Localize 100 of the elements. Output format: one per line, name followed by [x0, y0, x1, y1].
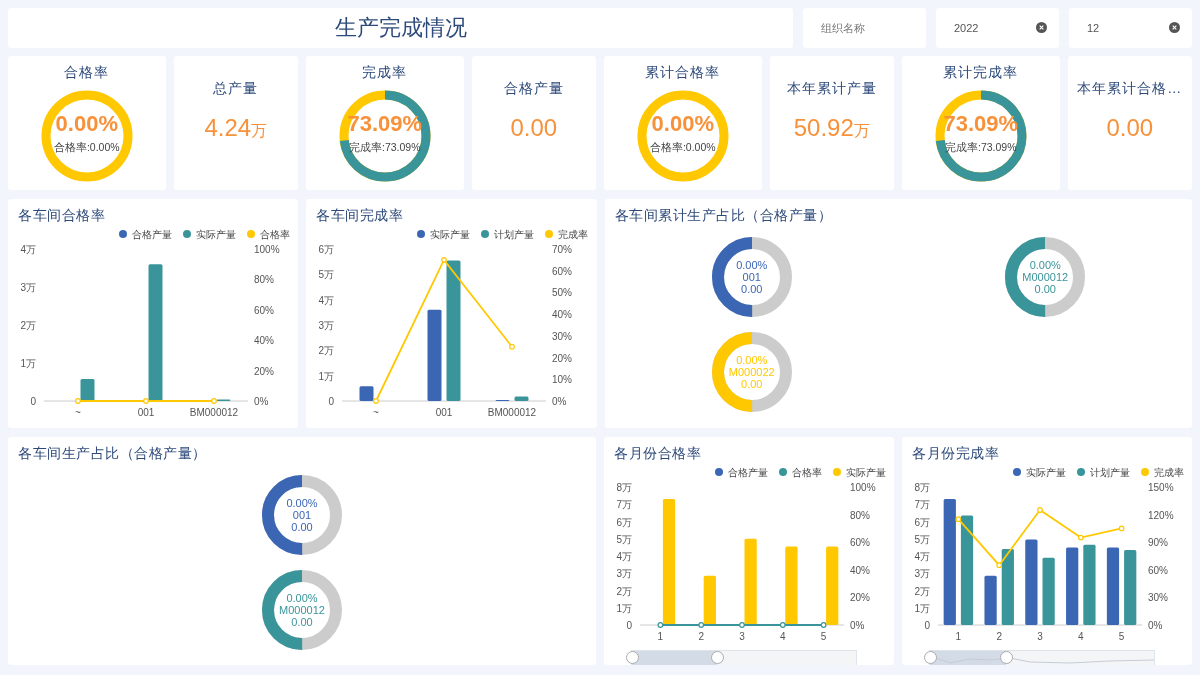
- kpi-value: 0.00: [1106, 114, 1154, 142]
- category-label: ~: [75, 407, 81, 418]
- tick-label: 0: [30, 396, 36, 407]
- gauge-caption: 合格率:0.00%: [53, 141, 120, 155]
- kpi-title: 累计合格率: [645, 64, 721, 82]
- donut-label: M000012: [1022, 270, 1069, 283]
- tick-label: 40%: [254, 335, 274, 347]
- tick-label: 3万: [616, 568, 632, 580]
- legend-label: 计划产量: [1090, 467, 1130, 478]
- panel-title: 各月份合格率: [614, 445, 701, 463]
- tick-label: 0%: [850, 620, 865, 631]
- kpi-title: 合格产量: [503, 80, 564, 98]
- category-label: 3: [1037, 631, 1043, 642]
- tick-label: 2万: [616, 585, 632, 597]
- legend-label: 合格率: [792, 467, 822, 478]
- tick-label: 0: [626, 620, 632, 631]
- donut-percent: 0.00%: [286, 496, 318, 509]
- panel-title: 各车间生产占比（合格产量）: [18, 445, 207, 463]
- donut-percent: 0.00%: [1029, 258, 1061, 271]
- legend-label: 计划产量: [494, 229, 535, 240]
- tick-label: 10%: [552, 374, 573, 386]
- tick-label: 2万: [318, 345, 335, 357]
- tick-label: 30%: [552, 330, 573, 342]
- category-label: 4: [780, 631, 786, 642]
- tick-label: 40%: [850, 564, 870, 576]
- donut-value: 0.00: [291, 520, 313, 533]
- kpi-value: 4.24万: [204, 114, 268, 142]
- tick-label: 30%: [1148, 592, 1168, 604]
- category-label: 5: [1118, 631, 1125, 642]
- tick-label: 5万: [318, 269, 335, 281]
- tick-label: 60%: [850, 537, 870, 549]
- tick-label: 20%: [850, 592, 870, 604]
- tick-label: 100%: [850, 482, 876, 493]
- tick-label: 6万: [318, 244, 335, 255]
- category-label: 2: [698, 631, 704, 642]
- legend-label: 实际产量: [846, 467, 886, 478]
- tick-label: 4万: [318, 294, 335, 306]
- tick-label: 50%: [552, 287, 573, 299]
- donut-label: 001: [292, 508, 312, 521]
- tick-label: 80%: [850, 509, 870, 521]
- tick-label: 0%: [1148, 620, 1163, 631]
- panel-title: 各月份完成率: [912, 445, 999, 463]
- tick-label: 4万: [616, 551, 632, 562]
- legend-label: 实际产量: [430, 229, 471, 240]
- legend-label: 合格率: [260, 229, 290, 240]
- kpi-title: 本年累计合格…: [1077, 80, 1183, 98]
- tick-label: 4万: [20, 244, 36, 255]
- tick-label: 20%: [254, 365, 274, 377]
- tick-label: 120%: [1148, 509, 1174, 521]
- tick-label: 7万: [616, 499, 632, 511]
- donut-value: 0.00: [741, 282, 763, 295]
- tick-label: 90%: [1148, 537, 1168, 549]
- tick-label: 4万: [914, 551, 930, 562]
- tick-label: 0%: [552, 396, 567, 407]
- panel-title: 各车间合格率: [18, 207, 105, 225]
- tick-label: 60%: [552, 265, 573, 277]
- donut-value: 0.00: [741, 378, 763, 391]
- kpi-value: 50.92万: [793, 114, 870, 142]
- donut-percent: 0.00%: [736, 258, 768, 271]
- tick-label: 40%: [552, 309, 573, 321]
- tick-label: 150%: [1148, 482, 1174, 493]
- tick-label: 2万: [914, 585, 930, 597]
- tick-label: 0: [328, 396, 335, 407]
- tick-label: 20%: [552, 352, 573, 364]
- donut-label: M000012: [279, 603, 325, 616]
- tick-label: 3万: [318, 320, 335, 331]
- category-label: 2: [996, 631, 1002, 642]
- tick-label: 60%: [254, 304, 274, 316]
- tick-label: 80%: [254, 274, 274, 286]
- legend-label: 实际产量: [1026, 467, 1066, 478]
- legend-label: 完成率: [1154, 467, 1184, 478]
- tick-label: 8万: [914, 482, 930, 493]
- kpi-title: 完成率: [362, 64, 408, 82]
- category-label: 4: [1078, 631, 1084, 642]
- tick-label: 0: [924, 620, 930, 631]
- donut-value: 0.00: [1034, 282, 1056, 295]
- page-title: 生产完成情况: [334, 14, 467, 42]
- category-label: 1: [955, 631, 962, 642]
- category-label: 001: [436, 407, 453, 418]
- tick-label: 6万: [914, 516, 930, 528]
- category-label: ~: [373, 407, 380, 418]
- tick-label: 1万: [318, 370, 335, 382]
- tick-label: 0%: [254, 396, 269, 407]
- category-label: 3: [739, 631, 745, 642]
- tick-label: 6万: [616, 516, 632, 528]
- tick-label: 70%: [552, 244, 573, 255]
- legend-label: 合格产量: [728, 467, 768, 478]
- tick-label: 1万: [914, 602, 930, 614]
- category-label: BM000012: [488, 407, 537, 418]
- category-label: 5: [820, 631, 827, 642]
- tick-label: 3万: [20, 282, 36, 293]
- donut-value: 0.00: [291, 615, 313, 628]
- tick-label: 8万: [616, 482, 632, 493]
- tick-label: 1万: [20, 358, 36, 369]
- tick-label: 3万: [914, 568, 930, 580]
- gauge-value: 0.00%: [651, 111, 714, 137]
- category-label: BM000012: [189, 407, 239, 418]
- kpi-value: 0.00: [510, 114, 558, 142]
- tick-label: 7万: [914, 499, 930, 511]
- legend-label: 完成率: [558, 229, 589, 240]
